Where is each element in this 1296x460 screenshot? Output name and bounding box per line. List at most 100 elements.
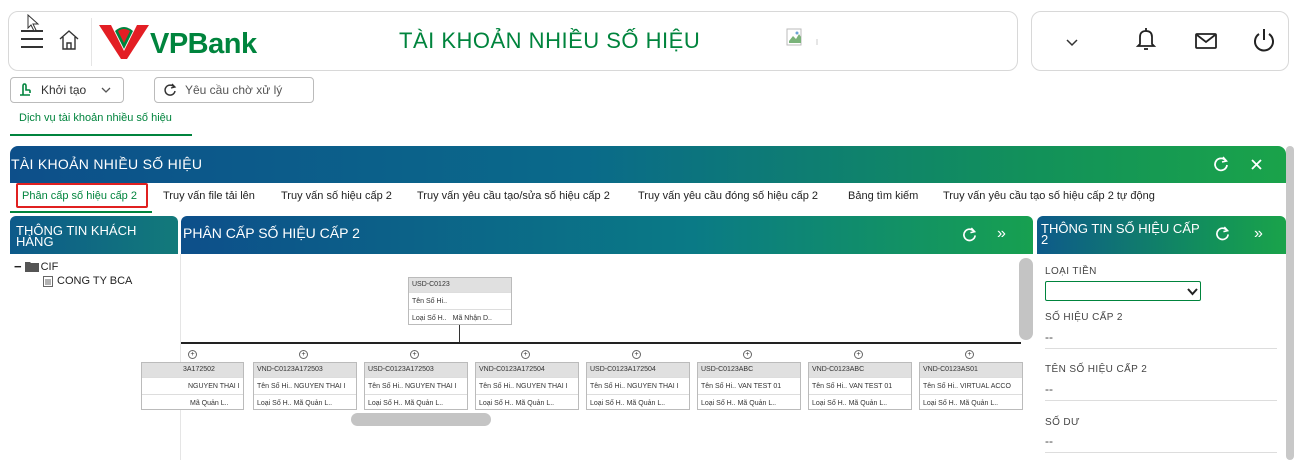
sibling-connector bbox=[181, 342, 1021, 344]
expand-icon[interactable]: + bbox=[521, 350, 530, 359]
detail-panel: LOẠI TIỀN SỐ HIỆU CẤP 2 -- TÊN SỐ HIỆU C… bbox=[1037, 254, 1286, 460]
expand-right-icon[interactable]: » bbox=[997, 225, 1006, 243]
tab-lookup-table[interactable]: Bảng tìm kiếm bbox=[848, 190, 918, 202]
node-code: USD-C0123A172504 bbox=[587, 363, 689, 377]
node-name: Tên Số Hi.. NGUYEN THAI I bbox=[476, 377, 578, 394]
logo-divider bbox=[91, 18, 92, 66]
tab-sub-account-query[interactable]: Truy vấn số hiệu cấp 2 bbox=[281, 190, 392, 202]
expand-icon[interactable]: + bbox=[299, 350, 308, 359]
node-name: Tên Số Hi.. bbox=[409, 292, 511, 309]
page-title: TÀI KHOẢN NHIỀU SỐ HIỆU bbox=[399, 28, 701, 53]
init-dropdown[interactable]: Khởi tạo bbox=[10, 77, 124, 103]
power-icon[interactable] bbox=[1251, 26, 1277, 54]
page-scrollbar[interactable] bbox=[1286, 146, 1294, 460]
tree-child-label: CONG TY BCA bbox=[57, 275, 133, 287]
node-row2: Loại Số H.. Mã Quản L.. bbox=[809, 394, 911, 409]
child-node[interactable]: USD-C0123A172503 Tên Số Hi.. NGUYEN THAI… bbox=[364, 362, 468, 410]
vpbank-logo-mark[interactable] bbox=[97, 21, 151, 61]
refresh-icon[interactable] bbox=[1215, 226, 1230, 241]
file-icon bbox=[43, 275, 53, 287]
root-connector bbox=[459, 324, 460, 342]
bell-icon[interactable] bbox=[1134, 26, 1158, 54]
child-node[interactable]: VND-C0123A172504 Tên Số Hi.. NGUYEN THAI… bbox=[475, 362, 579, 410]
currency-select[interactable] bbox=[1045, 281, 1201, 301]
root-node[interactable]: USD-C0123 Tên Số Hi.. Loại Số H.. Mã Nhận… bbox=[408, 277, 512, 325]
close-icon[interactable] bbox=[1250, 158, 1263, 171]
child-node[interactable]: USD-C0123ABC Tên Số Hi.. VAN TEST 01 Loạ… bbox=[697, 362, 801, 410]
chevron-down-icon bbox=[101, 87, 111, 93]
customer-tree: − CIF CONG TY BCA bbox=[10, 254, 180, 460]
node-row2: Loại Số H.. Mã Quản L.. bbox=[254, 394, 356, 409]
node-row2: Loại Số H.. Mã Quản L.. bbox=[920, 394, 1022, 409]
node-code: VND-C0123AS01 bbox=[920, 363, 1022, 377]
refresh-icon[interactable] bbox=[962, 227, 977, 242]
horizontal-scrollbar[interactable] bbox=[351, 413, 491, 426]
tab-create-edit-query[interactable]: Truy vấn yêu cầu tạo/sửa số hiệu cấp 2 bbox=[417, 190, 610, 202]
detail-panel-header: THÔNG TIN SỐ HIỆU CẤP 2 » bbox=[1037, 216, 1286, 254]
sub-account-label: SỐ HIỆU CẤP 2 bbox=[1045, 312, 1123, 323]
main-panel-header: TÀI KHOẢN NHIỀU SỐ HIỆU bbox=[10, 146, 1286, 183]
expand-icon[interactable]: + bbox=[854, 350, 863, 359]
vertical-scrollbar[interactable] bbox=[1019, 258, 1033, 340]
collapse-icon[interactable]: − bbox=[14, 259, 22, 274]
customer-panel-title: THÔNG TIN KHÁCH HÀNG bbox=[16, 224, 136, 248]
node-code: USD-C0123 bbox=[409, 278, 511, 292]
expand-right-icon[interactable]: » bbox=[1254, 225, 1263, 243]
hierarchy-chart: USD-C0123 Tên Số Hi.. Loại Số H.. Mã Nhận… bbox=[141, 254, 1034, 460]
node-code: VND-C0123A172504 bbox=[476, 363, 578, 377]
tab-upload-query[interactable]: Truy vấn file tải lên bbox=[163, 190, 255, 202]
balance-value: -- bbox=[1045, 434, 1053, 448]
tab-auto-create-query[interactable]: Truy vấn yêu cầu tạo số hiệu cấp 2 tự độ… bbox=[943, 190, 1155, 202]
expand-icon[interactable]: + bbox=[743, 350, 752, 359]
pending-requests-button[interactable]: Yêu cầu chờ xử lý bbox=[154, 77, 314, 103]
hierarchy-panel-header: PHÂN CẤP SỐ HIỆU CẤP 2 » bbox=[181, 216, 1033, 254]
child-node[interactable]: VND-C0123AS01 Tên Số Hi.. VIRTUAL ACCO L… bbox=[919, 362, 1023, 410]
folder-icon bbox=[24, 262, 39, 272]
node-code: USD-C0123ABC bbox=[698, 363, 800, 377]
expand-icon[interactable]: + bbox=[965, 350, 974, 359]
detail-panel-title: THÔNG TIN SỐ HIỆU CẤP 2 bbox=[1041, 221, 1200, 246]
node-code: USD-C0123A172503 bbox=[365, 363, 467, 377]
refresh-icon[interactable] bbox=[1213, 156, 1229, 172]
field-divider bbox=[1045, 400, 1277, 401]
child-node[interactable]: VND-C0123A172503 Tên Số Hi.. NGUYEN THAI… bbox=[253, 362, 357, 410]
menu-icon[interactable] bbox=[21, 30, 43, 48]
brand-name[interactable]: VPBank bbox=[150, 28, 257, 61]
sub-account-name-value: -- bbox=[1045, 382, 1053, 396]
active-tab-underline bbox=[10, 211, 152, 213]
node-row2: Loại Số H.. Mã Quản L.. bbox=[587, 394, 689, 409]
tree-child[interactable]: CONG TY BCA bbox=[43, 275, 132, 287]
sub-account-value: -- bbox=[1045, 330, 1053, 344]
expand-icon[interactable]: + bbox=[632, 350, 641, 359]
child-node[interactable]: 3A172502 NGUYEN THAI I Mã Quản L.. bbox=[141, 362, 244, 410]
chevron-down-icon[interactable] bbox=[1062, 32, 1082, 52]
child-node[interactable]: USD-C0123A172504 Tên Số Hi.. NGUYEN THAI… bbox=[586, 362, 690, 410]
node-name: Tên Số Hi.. VIRTUAL ACCO bbox=[920, 377, 1022, 394]
detail-title-line1: THÔNG TIN SỐ HIỆU CẤP bbox=[1041, 221, 1200, 236]
mouse-cursor-icon bbox=[27, 14, 40, 32]
node-row2: Loại Số H.. Mã Nhận D.. bbox=[409, 309, 511, 324]
top-actions bbox=[1031, 11, 1289, 71]
node-name: Tên Số Hi.. VAN TEST 01 bbox=[698, 377, 800, 394]
chevron-down-icon bbox=[1187, 288, 1198, 296]
node-code: VND-C0123A172503 bbox=[254, 363, 356, 377]
field-divider bbox=[1045, 348, 1277, 349]
hand-pointer-icon bbox=[20, 83, 31, 96]
broken-image-icon bbox=[786, 28, 818, 46]
node-row2: Loại Số H.. Mã Quản L.. bbox=[476, 394, 578, 409]
tab-close-request-query[interactable]: Truy vấn yêu cầu đóng số hiệu cấp 2 bbox=[638, 190, 818, 202]
expand-icon[interactable]: + bbox=[410, 350, 419, 359]
main-panel-title: TÀI KHOẢN NHIỀU SỐ HIỆU bbox=[11, 156, 203, 172]
node-code: 3A172502 bbox=[142, 363, 243, 377]
field-divider bbox=[1045, 452, 1277, 453]
tree-root[interactable]: − CIF bbox=[14, 259, 58, 274]
mail-icon[interactable] bbox=[1194, 30, 1218, 52]
child-node[interactable]: VND-C0123ABC Tên Số Hi.. VAN TEST 01 Loạ… bbox=[808, 362, 912, 410]
node-row2: Loại Số H.. Mã Quản L.. bbox=[365, 394, 467, 409]
tab-hierarchy[interactable]: Phân cấp số hiệu cấp 2 bbox=[22, 190, 137, 202]
node-id: Mã Nhận D.. bbox=[452, 315, 492, 322]
node-name: NGUYEN THAI I bbox=[142, 377, 243, 394]
expand-icon[interactable]: + bbox=[188, 350, 197, 359]
service-link[interactable]: Dịch vụ tài khoản nhiều số hiệu bbox=[19, 112, 172, 124]
home-icon[interactable] bbox=[57, 28, 81, 52]
